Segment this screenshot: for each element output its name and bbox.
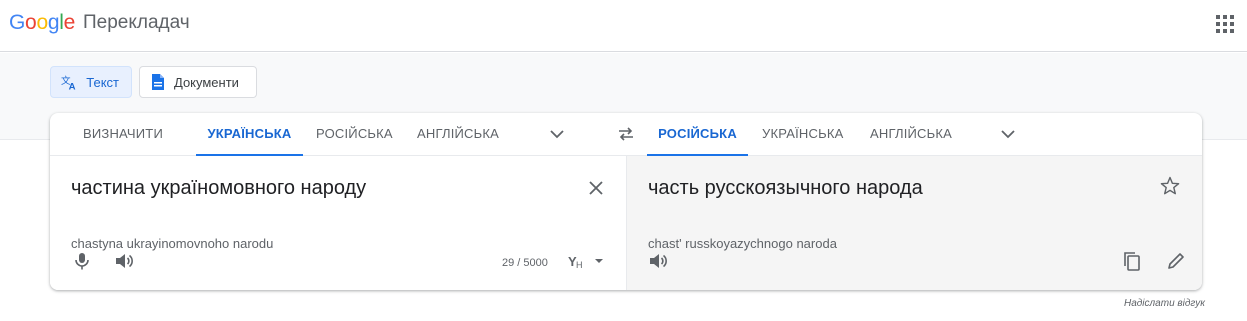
character-counter: 29 / 5000 (502, 257, 548, 269)
logo-letter: o (25, 11, 37, 34)
logo-letter: e (63, 11, 76, 34)
text-mode-label: Текст (86, 74, 119, 90)
source-text-input[interactable]: частина україномовного народу (71, 177, 366, 200)
tab-target-ukrainian[interactable]: УКРАЇНСЬКА (762, 113, 843, 156)
svg-text:H: H (576, 260, 583, 270)
logo-letter: G (9, 11, 26, 34)
send-feedback-link[interactable]: Надіслати відгук (1124, 298, 1205, 309)
translate-icon: 文 A (61, 75, 76, 91)
logo-letter: g (47, 11, 60, 34)
tab-source-russian[interactable]: РОСІЙСЬКА (316, 113, 393, 156)
google-logo[interactable]: Google (9, 11, 75, 35)
tab-target-russian[interactable]: РОСІЙСЬКА (647, 113, 748, 156)
input-tools-icon[interactable]: Y H (566, 251, 606, 271)
apps-grid-icon[interactable] (1216, 15, 1234, 33)
tab-target-english[interactable]: АНГЛІЙСЬКА (870, 113, 952, 156)
documents-mode-button[interactable]: Документи (139, 66, 257, 98)
swap-languages-icon[interactable] (616, 124, 636, 144)
app-name[interactable]: Перекладач (83, 12, 190, 34)
target-language-chevron-down-icon[interactable] (999, 125, 1017, 143)
tab-detect-language[interactable]: ВИЗНАЧИТИ МОВУ (64, 113, 182, 183)
target-transliteration: chast' russkoyazychnogo naroda (648, 236, 837, 251)
source-transliteration: chastyna ukrayinomovnoho narodu (71, 236, 274, 251)
svg-text:A: A (69, 82, 76, 91)
logo-letter: o (36, 11, 48, 34)
text-mode-button[interactable]: 文 A Текст (50, 66, 132, 98)
tab-source-ukrainian[interactable]: УКРАЇНСЬКА (196, 113, 303, 156)
translation-card: ВИЗНАЧИТИ МОВУ УКРАЇНСЬКА РОСІЙСЬКА АНГЛ… (50, 113, 1202, 290)
target-pane: часть русскоязычного народа chast' russk… (626, 156, 1202, 290)
documents-mode-label: Документи (174, 74, 239, 90)
tab-source-english[interactable]: АНГЛІЙСЬКА (417, 113, 499, 156)
source-pane: частина україномовного народу chastyna u… (50, 156, 626, 290)
star-icon[interactable] (1159, 175, 1181, 197)
copy-icon[interactable] (1121, 250, 1143, 272)
translation-output: часть русскоязычного народа (648, 177, 923, 199)
edit-pencil-icon[interactable] (1165, 250, 1187, 272)
clear-icon[interactable] (586, 178, 606, 198)
listen-source-icon[interactable] (113, 250, 135, 272)
document-icon (152, 74, 164, 90)
microphone-icon[interactable] (71, 250, 93, 272)
listen-translation-icon[interactable] (647, 250, 669, 272)
source-language-chevron-down-icon[interactable] (548, 125, 566, 143)
language-bar: ВИЗНАЧИТИ МОВУ УКРАЇНСЬКА РОСІЙСЬКА АНГЛ… (50, 113, 1202, 183)
top-bar: Google Перекладач (0, 0, 1247, 52)
